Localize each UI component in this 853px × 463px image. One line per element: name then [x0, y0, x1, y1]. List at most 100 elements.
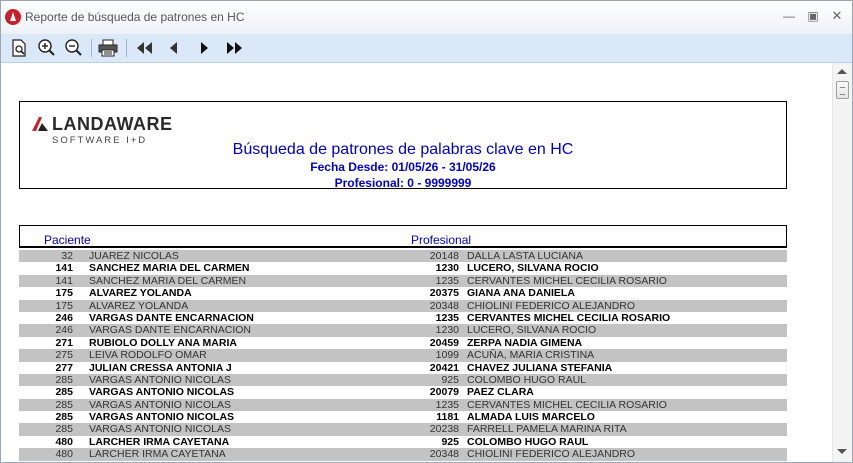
report-header: LANDAWARE SOFTWARE I+D Búsqueda de patro…	[19, 101, 787, 190]
maximize-icon[interactable]: ▣	[803, 7, 823, 25]
column-header-paciente: Paciente	[44, 233, 91, 247]
professional-id: 1235	[435, 274, 459, 287]
patient-id: 285	[55, 373, 73, 386]
professional-id: 20348	[429, 299, 459, 312]
next-page-icon[interactable]	[193, 37, 215, 59]
patient-name: VARGAS ANTONIO NICOLAS	[89, 398, 231, 411]
professional-id: 20459	[429, 336, 459, 349]
professional-name: COLOMBO HUGO RAUL	[467, 435, 589, 448]
table-row: 480 LARCHER IRMA CAYETANA 20348 CHIOLINI FE…	[19, 448, 787, 461]
patient-name: VARGAS ANTONIO NICOLAS	[89, 411, 235, 424]
patient-id: 32	[61, 250, 73, 262]
table-row: 277 JULIAN CRESSA ANTONIA J 20421 CHAVEZ JU…	[19, 362, 787, 374]
patient-id: 480	[55, 435, 73, 448]
professional-name: CERVANTES MICHEL CECILIA ROSARIO	[467, 274, 667, 287]
professional-name: ACUÑA, MARIA CRISTINA	[467, 349, 595, 362]
table-row: 32 JUAREZ NICOLAS 20148 DALLA LASTA LUCIANA	[19, 250, 787, 263]
column-header-profesional: Profesional	[411, 233, 472, 247]
table-row: 275 LEIVA RODOLFO OMAR 1099 ACUÑA, MARIA CR…	[19, 349, 787, 362]
patient-name: LARCHER IRMA CAYETANA	[89, 448, 226, 461]
professional-name: PAEZ CLARA	[467, 386, 534, 399]
patient-name: LEIVA RODOLFO OMAR	[89, 349, 207, 362]
patient-id: 175	[55, 299, 73, 312]
print-icon[interactable]	[97, 37, 119, 59]
column-header-row: Paciente Profesional	[19, 225, 787, 248]
patient-name: VARGAS DANTE ENCARNACION	[89, 311, 254, 324]
preview-icon[interactable]	[8, 37, 30, 59]
patient-id: 246	[55, 311, 73, 324]
patient-name: SANCHEZ MARIA DEL CARMEN	[89, 274, 247, 287]
app-logo-icon	[5, 9, 21, 25]
patient-id: 285	[55, 398, 73, 411]
report-preview-area: LANDAWARE SOFTWARE I+D Búsqueda de patro…	[3, 63, 832, 462]
scroll-down-icon[interactable]	[837, 449, 847, 454]
professional-id: 20375	[429, 287, 459, 300]
report-window: Reporte de búsqueda de patrones en HC — …	[0, 0, 853, 463]
professional-name: CERVANTES MICHEL CECILIA ROSARIO	[467, 311, 671, 324]
professional-id: 1230	[435, 262, 459, 275]
patient-name: VARGAS ANTONIO NICOLAS	[89, 386, 235, 399]
professional-id: 1235	[435, 398, 459, 411]
patient-id: 271	[55, 336, 73, 349]
professional-id: 20079	[429, 386, 459, 399]
close-icon[interactable]: ✕	[827, 7, 847, 25]
report-rows: 32 JUAREZ NICOLAS 20148 DALLA LASTA LUCIANA…	[19, 250, 787, 461]
patient-name: ALVAREZ YOLANDA	[89, 287, 192, 300]
title-bar[interactable]: Reporte de búsqueda de patrones en HC — …	[1, 1, 852, 34]
professional-name: ALMADA LUIS MARCELO	[467, 411, 595, 424]
vertical-scrollbar[interactable]	[832, 63, 852, 462]
professional-name: GIANA ANA DANIELA	[467, 287, 575, 300]
patient-name: LARCHER IRMA CAYETANA	[89, 435, 230, 448]
professional-id: 925	[441, 373, 459, 386]
previous-page-icon[interactable]	[163, 37, 185, 59]
report-professional-range: Profesional: 0 - 9999999	[334, 176, 472, 190]
patient-id: 141	[55, 274, 73, 287]
minimize-icon[interactable]: —	[779, 7, 799, 25]
patient-id: 246	[55, 324, 73, 337]
patient-id: 285	[55, 386, 73, 399]
toolbar-separator	[126, 39, 127, 57]
scroll-up-icon[interactable]	[837, 69, 847, 74]
table-row: 285 VARGAS ANTONIO NICOLAS 1181 ALMADA LUIS…	[19, 411, 787, 423]
table-row: 141 SANCHEZ MARIA DEL CARMEN 1235 CERVANTES…	[19, 274, 787, 288]
table-row: 175 ALVAREZ YOLANDA 20375 GIANA ANA DANIELA	[19, 287, 787, 299]
scrollbar-thumb[interactable]	[836, 81, 849, 99]
patient-id: 275	[55, 349, 73, 362]
toolbar-separator	[91, 39, 92, 57]
professional-name: COLOMBO HUGO RAUL	[467, 373, 587, 386]
table-row: 246 VARGAS DANTE ENCARNACION 1230 LUCERO, S…	[19, 324, 787, 337]
patient-name: VARGAS ANTONIO NICOLAS	[89, 373, 231, 386]
patient-id: 285	[55, 423, 73, 436]
window-title: Reporte de búsqueda de patrones en HC	[25, 10, 245, 24]
patient-name: JUAREZ NICOLAS	[89, 250, 179, 262]
patient-id: 285	[55, 411, 73, 424]
professional-name: CHIOLINI FEDERICO ALEJANDRO	[467, 299, 636, 312]
professional-name: FARRELL PAMELA MARINA RITA	[467, 423, 627, 436]
patient-name: ALVAREZ YOLANDA	[89, 299, 189, 312]
logo-name: LANDAWARE	[52, 114, 173, 134]
patient-name: JULIAN CRESSA ANTONIA J	[89, 361, 232, 374]
first-page-icon[interactable]	[134, 37, 156, 59]
patient-name: VARGAS ANTONIO NICOLAS	[89, 423, 231, 436]
zoom-in-icon[interactable]	[36, 37, 58, 59]
table-row: 285 VARGAS ANTONIO NICOLAS 1235 CERVANTES M…	[19, 398, 787, 412]
patient-id: 480	[55, 448, 73, 461]
professional-name: LUCERO, SILVANA ROCIO	[467, 262, 599, 275]
patient-name: VARGAS DANTE ENCARNACION	[89, 324, 251, 337]
professional-id: 20348	[429, 448, 459, 461]
table-row: 285 VARGAS ANTONIO NICOLAS 20079 PAEZ CLARA	[19, 386, 787, 398]
professional-id: 20148	[429, 250, 459, 262]
professional-name: LUCERO, SILVANA ROCIO	[467, 324, 597, 337]
table-row: 285 VARGAS ANTONIO NICOLAS 20238 FARRELL PA…	[19, 423, 787, 436]
patient-name: SANCHEZ MARIA DEL CARMEN	[89, 262, 250, 275]
report-title: Búsqueda de patrones de palabras clave e…	[232, 141, 574, 158]
professional-name: CHIOLINI FEDERICO ALEJANDRO	[467, 448, 636, 461]
toolbar	[1, 34, 852, 63]
professional-name: DALLA LASTA LUCIANA	[467, 250, 583, 262]
patient-id: 277	[55, 361, 73, 374]
table-row: 141 SANCHEZ MARIA DEL CARMEN 1230 LUCERO, S…	[19, 262, 787, 274]
last-page-icon[interactable]	[223, 37, 245, 59]
professional-id: 1230	[435, 324, 459, 337]
patient-id: 175	[55, 287, 73, 300]
zoom-out-icon[interactable]	[63, 37, 85, 59]
